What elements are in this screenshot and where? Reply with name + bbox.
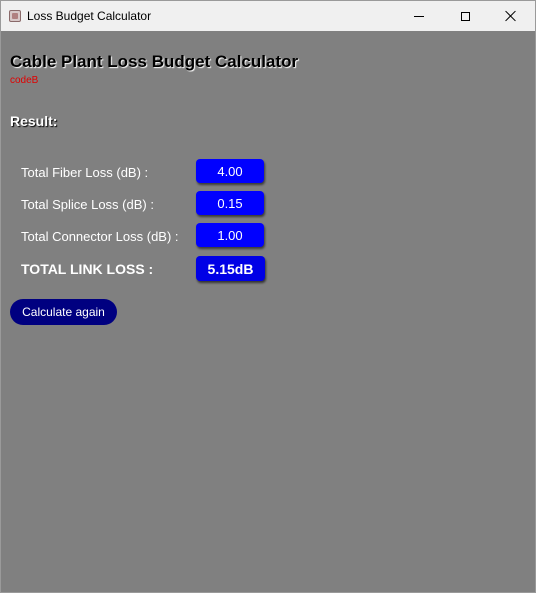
main-content: Cable Plant Loss Budget Calculator codeB… bbox=[1, 31, 535, 592]
result-heading: Result: bbox=[10, 113, 58, 129]
page-title: Cable Plant Loss Budget Calculator bbox=[10, 52, 299, 71]
fiber-loss-value: 4.00 bbox=[196, 159, 264, 183]
app-icon bbox=[9, 10, 21, 22]
fiber-loss-label: Total Fiber Loss (dB) : bbox=[21, 165, 149, 180]
maximize-icon bbox=[460, 11, 470, 21]
total-link-loss-label: TOTAL LINK LOSS : bbox=[21, 261, 154, 277]
total-link-loss-value: 5.15dB bbox=[196, 256, 265, 281]
close-button[interactable] bbox=[488, 1, 534, 31]
page-subtitle: codeB bbox=[10, 75, 39, 86]
connector-loss-value: 1.00 bbox=[196, 223, 264, 247]
connector-loss-label: Total Connector Loss (dB) : bbox=[21, 229, 179, 244]
title-bar[interactable]: Loss Budget Calculator bbox=[1, 1, 535, 31]
maximize-button[interactable] bbox=[442, 1, 488, 31]
close-icon bbox=[505, 10, 517, 22]
minimize-icon bbox=[414, 15, 424, 17]
window-title: Loss Budget Calculator bbox=[27, 9, 152, 23]
minimize-button[interactable] bbox=[396, 1, 442, 31]
calculate-again-button[interactable]: Calculate again bbox=[10, 299, 117, 325]
app-window: Loss Budget Calculator Cable Plant Loss … bbox=[0, 0, 536, 593]
splice-loss-value: 0.15 bbox=[196, 191, 264, 215]
splice-loss-label: Total Splice Loss (dB) : bbox=[21, 197, 154, 212]
